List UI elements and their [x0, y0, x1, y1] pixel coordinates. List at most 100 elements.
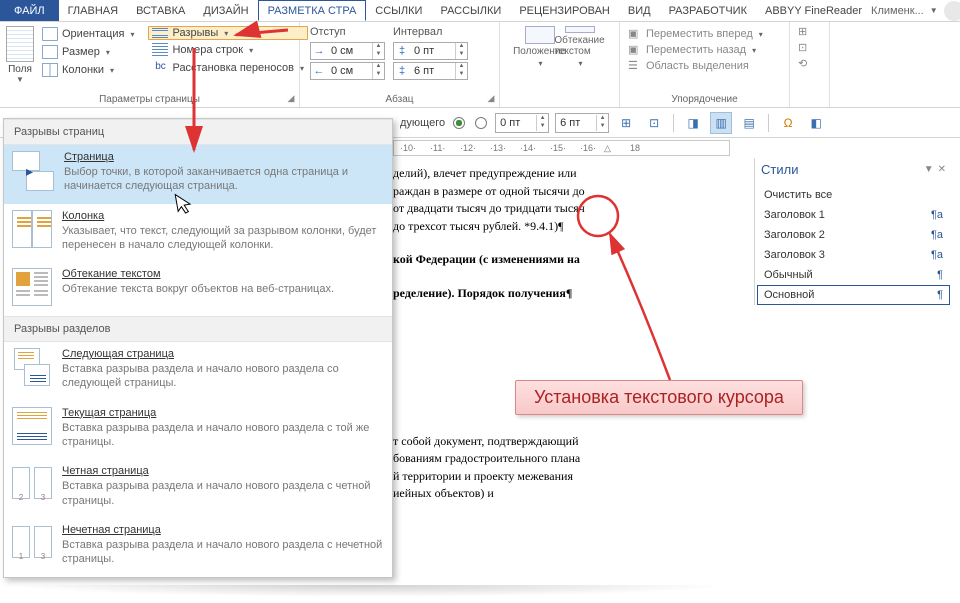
style-heading-1[interactable]: Заголовок 1¶a [757, 205, 950, 225]
dd-section-page-breaks: Разрывы страниц [4, 119, 392, 145]
continuous-icon [12, 407, 52, 445]
space-before-input[interactable]: ‡0 пт▲▼ [393, 42, 468, 60]
dd-item-page[interactable]: ▸ Страница Выбор точки, в которой заканчи… [4, 145, 392, 204]
tab-design[interactable]: ДИЗАЙН [194, 0, 257, 21]
bring-forward-icon: ▣ [628, 27, 642, 41]
hyphenation-button[interactable]: bcРасстановка переносов▾ [148, 60, 308, 76]
dd-item-next-page[interactable]: Следующая страницаВставка разрыва раздел… [4, 342, 392, 401]
style-main[interactable]: Основной¶ [757, 285, 950, 305]
paragraph-dialog-launcher[interactable]: ◢ [485, 93, 497, 105]
ruler[interactable]: ·10· ·11· ·12· ·13· ·14· ·15· ·16· △ 18 [393, 140, 730, 158]
dd-item-text-wrapping[interactable]: Обтекание текстомОбтекание текста вокруг… [4, 262, 392, 316]
subbar-space-before[interactable]: 0 пт▲▼ [495, 113, 549, 133]
send-backward-icon: ▣ [628, 43, 642, 57]
dd-item-column[interactable]: Колонка Указывает, что текст, следующий з… [4, 204, 392, 263]
column-break-icon [12, 210, 52, 248]
subbar-space-after[interactable]: 6 пт▲▼ [555, 113, 609, 133]
dd-item-odd-page[interactable]: 13 Нечетная страницаВставка разрыва разд… [4, 518, 392, 577]
selection-pane-button[interactable]: ☰Область выделения [626, 58, 783, 74]
style-normal[interactable]: Обычный¶ [757, 265, 950, 285]
styles-pane: Стили▼✕ Очистить все Заголовок 1¶a Загол… [754, 158, 952, 305]
send-backward-button[interactable]: ▣Переместить назад▾ [626, 42, 783, 58]
columns-button[interactable]: Колонки▾ [38, 62, 138, 78]
tb-btn-1[interactable]: ⊞ [615, 112, 637, 134]
orientation-label: Ориентация [62, 28, 124, 40]
rotate-button[interactable]: ⟲ [796, 56, 823, 72]
line-numbers-icon [152, 43, 168, 57]
radio-option-2[interactable] [475, 117, 487, 129]
dd-item-odd-desc: Вставка разрыва раздела и начало нового … [62, 538, 384, 567]
rotate-icon: ⟲ [798, 57, 812, 71]
align-button[interactable]: ⊞ [796, 24, 823, 40]
dd-item-page-title: Страница [64, 151, 384, 163]
tab-review[interactable]: РЕЦЕНЗИРОВАН [510, 0, 619, 21]
style-clear-all[interactable]: Очистить все [757, 185, 950, 205]
tb-btn-4[interactable]: ▥ [710, 112, 732, 134]
subbar-fragment: дующего [400, 117, 445, 129]
group-button[interactable]: ⊡ [796, 40, 823, 56]
space-after-input[interactable]: ‡6 пт▲▼ [393, 62, 468, 80]
odd-page-icon: 13 [12, 524, 52, 562]
page-setup-dialog-launcher[interactable]: ◢ [285, 93, 297, 105]
user-avatar[interactable] [944, 1, 960, 21]
style-heading-3[interactable]: Заголовок 3¶a [757, 245, 950, 265]
dd-section-section-breaks: Разрывы разделов [4, 316, 392, 342]
dd-item-continuous[interactable]: Текущая страницаВставка разрыва раздела … [4, 401, 392, 460]
group-page-setup-label: Параметры страницы [0, 94, 299, 105]
dd-item-page-desc: Выбор точки, в которой заканчивается одн… [64, 165, 384, 194]
tab-file[interactable]: ФАЙЛ [0, 0, 59, 21]
user-name[interactable]: Клименк... [871, 5, 924, 17]
wrap-text-icon [565, 26, 595, 33]
tb-omega[interactable]: Ω [777, 112, 799, 134]
document-body[interactable]: делий), влечет предупреждение или раждан… [393, 166, 718, 504]
line-numbers-label: Номера строк [172, 44, 243, 56]
indent-right-input[interactable]: ←0 см▲▼ [310, 62, 385, 80]
position-icon [525, 26, 555, 44]
tb-btn-5[interactable]: ▤ [738, 112, 760, 134]
margins-button[interactable]: Поля ▼ [6, 24, 34, 88]
breaks-button[interactable]: Разрывы▾ [148, 26, 308, 40]
chevron-down-icon[interactable]: ▼ [930, 6, 938, 15]
tab-page-layout[interactable]: РАЗМЕТКА СТРА [258, 0, 367, 21]
tab-references[interactable]: ССЫЛКИ [366, 0, 431, 21]
style-heading-2[interactable]: Заголовок 2¶a [757, 225, 950, 245]
indent-left-input[interactable]: →0 см▲▼ [310, 42, 385, 60]
group-paragraph: Отступ →0 см▲▼ ←0 см▲▼ Интервал ‡0 пт▲▼ … [300, 22, 500, 107]
dd-item-even-title: Четная страница [62, 465, 384, 477]
group-arrange: ▣Переместить вперед▾ ▣Переместить назад▾… [620, 22, 790, 107]
tab-mailings[interactable]: РАССЫЛКИ [431, 0, 510, 21]
styles-close-icon[interactable]: ✕ [938, 164, 946, 175]
dropdown-shadow [10, 585, 730, 597]
position-button[interactable]: Положение▾ [522, 26, 558, 68]
tb-btn-2[interactable]: ⊡ [643, 112, 665, 134]
margins-label: Поля [8, 64, 32, 75]
styles-dropdown-icon[interactable]: ▼ [924, 164, 934, 175]
annotation-callout: Установка текстового курсора [515, 380, 803, 415]
dd-item-column-title: Колонка [62, 210, 384, 222]
tab-abbyy[interactable]: ABBYY FineReader [756, 0, 871, 21]
breaks-label: Разрывы [172, 27, 218, 39]
tab-insert[interactable]: ВСТАВКА [127, 0, 194, 21]
wrap-text-button[interactable]: Обтекание текстом▾ [562, 26, 598, 68]
columns-icon [42, 63, 58, 77]
radio-option-1[interactable] [453, 117, 465, 129]
breaks-dropdown: Разрывы страниц ▸ Страница Выбор точки, в… [3, 118, 393, 578]
ribbon: Поля ▼ Ориентация▾ Размер▾ Колонки▾ Разр… [0, 22, 960, 108]
orientation-button[interactable]: Ориентация▾ [38, 26, 138, 42]
tab-view[interactable]: ВИД [619, 0, 660, 21]
tab-home[interactable]: ГЛАВНАЯ [59, 0, 127, 21]
bring-forward-button[interactable]: ▣Переместить вперед▾ [626, 26, 783, 42]
columns-label: Колонки [62, 64, 104, 76]
dd-item-column-desc: Указывает, что текст, следующий за разры… [62, 224, 384, 253]
tab-developer[interactable]: РАЗРАБОТЧИК [660, 0, 756, 21]
line-numbers-button[interactable]: Номера строк▾ [148, 42, 308, 58]
page-break-icon: ▸ [12, 151, 54, 191]
dd-item-even-page[interactable]: 23 Четная страницаВставка разрыва раздел… [4, 459, 392, 518]
group-page-setup: Поля ▼ Ориентация▾ Размер▾ Колонки▾ Разр… [0, 22, 300, 107]
spacing-label: Интервал [393, 26, 468, 38]
tb-btn-3[interactable]: ◨ [682, 112, 704, 134]
size-button[interactable]: Размер▾ [38, 44, 138, 60]
tb-btn-6[interactable]: ◧ [805, 112, 827, 134]
text-wrapping-icon [12, 268, 52, 306]
dd-item-cur-title: Текущая страница [62, 407, 384, 419]
